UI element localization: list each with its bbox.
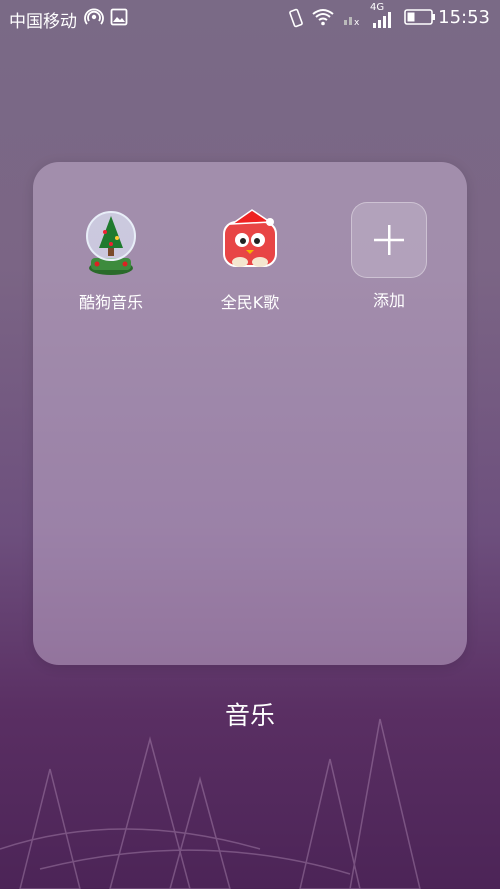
- battery-icon: [404, 9, 435, 25]
- app-quanmin-kge[interactable]: 全民K歌: [195, 204, 305, 313]
- cellular-signal-icon: [373, 12, 391, 28]
- app-kugou-music[interactable]: 酷狗音乐: [56, 204, 166, 313]
- clock: 15:53: [438, 7, 490, 28]
- signal-muted-icon: x: [344, 17, 360, 26]
- christmas-trees-background: [0, 718, 421, 889]
- svg-text:x: x: [354, 18, 360, 26]
- app-label: 酷狗音乐: [78, 293, 143, 312]
- app-label: 全民K歌: [220, 293, 280, 312]
- status-bar: 中国移动 x 4G 15:53: [0, 0, 500, 36]
- hotspot-icon: [84, 8, 104, 25]
- folder-title[interactable]: 音乐: [0, 696, 500, 732]
- add-app-button[interactable]: 添加: [334, 202, 444, 311]
- wifi-icon: [312, 9, 334, 26]
- app-folder-panel: 酷狗音乐 全民K歌 添加: [33, 162, 467, 665]
- carrier-name: 中国移动: [9, 12, 77, 32]
- quanmin-kge-icon: [212, 204, 288, 280]
- home-screen: 中国移动 x 4G 15:53 酷狗音乐 全民K歌 添加 音乐: [0, 0, 500, 889]
- add-icon: [351, 202, 427, 278]
- image-icon: [110, 8, 128, 26]
- add-label: 添加: [372, 291, 405, 310]
- vibrate-icon: [289, 8, 303, 28]
- kugou-music-icon: [73, 204, 149, 280]
